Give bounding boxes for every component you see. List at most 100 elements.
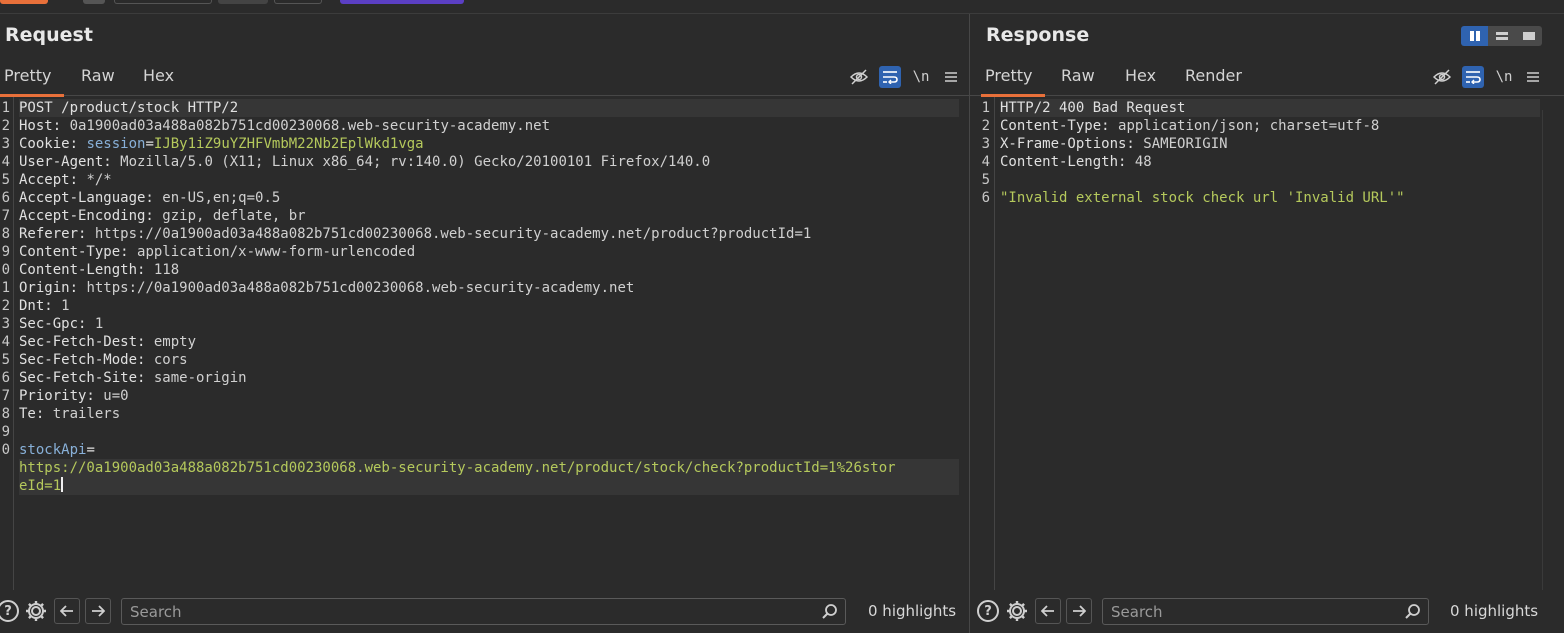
equals-sign: = xyxy=(86,442,95,458)
previous-arrow-icon[interactable] xyxy=(1035,598,1061,624)
search-icon[interactable] xyxy=(1404,603,1422,621)
settings-gear-icon[interactable] xyxy=(24,599,48,623)
code-line[interactable]: Te: trailers xyxy=(19,405,959,423)
code-line[interactable] xyxy=(19,423,959,441)
code-line[interactable]: X-Frame-Options: SAMEORIGIN xyxy=(1000,135,1540,153)
wrap-lines-icon[interactable] xyxy=(1462,66,1484,88)
request-tab-hex[interactable]: Hex xyxy=(143,62,174,96)
next-arrow-icon[interactable] xyxy=(85,598,111,624)
response-tab-render[interactable]: Render xyxy=(1185,62,1242,96)
line-number: 3 xyxy=(1,136,10,152)
target-button-edge[interactable] xyxy=(340,0,464,4)
line-number: 9 xyxy=(1,424,10,440)
response-tab-pretty[interactable]: Pretty xyxy=(980,62,1047,97)
help-icon[interactable]: ? xyxy=(977,600,999,622)
layout-toggle-group xyxy=(1461,26,1542,46)
param-name: session xyxy=(86,136,146,152)
response-bottom-bar: ? 0 highlights xyxy=(970,590,1564,633)
code-line[interactable]: POST /product/stock HTTP/2 xyxy=(19,99,959,117)
help-icon[interactable]: ? xyxy=(0,600,19,622)
line-number: 4 xyxy=(1,334,10,350)
header-name: Content-Length: xyxy=(1000,154,1135,170)
request-tab-raw[interactable]: Raw xyxy=(81,62,115,96)
header-name: Te: xyxy=(19,406,53,422)
code-line[interactable]: Sec-Fetch-Mode: cors xyxy=(19,351,959,369)
code-line[interactable]: Accept-Encoding: gzip, deflate, br xyxy=(19,207,959,225)
next-arrow-icon[interactable] xyxy=(1066,598,1092,624)
hide-nonprintable-icon[interactable] xyxy=(848,66,870,88)
header-name: Priority: xyxy=(19,388,104,404)
code-line[interactable]: Sec-Fetch-Dest: empty xyxy=(19,333,959,351)
line-number: 3 xyxy=(1,316,10,332)
header-value: SAMEORIGIN xyxy=(1143,136,1228,152)
code-line[interactable]: Content-Length: 48 xyxy=(1000,153,1540,171)
code-line[interactable]: Cookie: session=IJBy1iZ9uYZHFVmbM22Nb2Ep… xyxy=(19,135,959,153)
response-search-input[interactable] xyxy=(1111,601,1388,623)
code-line[interactable] xyxy=(1000,171,1540,189)
header-value: */* xyxy=(86,172,112,188)
layout-tabs-icon[interactable] xyxy=(1515,26,1542,46)
response-code[interactable]: HTTP/2 400 Bad Request Content-Type: appl… xyxy=(1000,99,1540,207)
request-search-box xyxy=(121,598,846,625)
code-line[interactable]: Referer: https://0a1900ad03a488a082b751c… xyxy=(19,225,959,243)
header-name: Sec-Fetch-Dest: xyxy=(19,334,154,350)
response-editor[interactable]: 123456 HTTP/2 400 Bad Request Content-Typ… xyxy=(970,97,1542,590)
show-newlines-toggle[interactable]: \n xyxy=(1493,66,1515,88)
code-line[interactable]: stockApi= xyxy=(19,441,959,459)
code-line[interactable]: User-Agent: Mozilla/5.0 (X11; Linux x86_… xyxy=(19,153,959,171)
send-button-edge[interactable] xyxy=(0,0,48,4)
code-line[interactable]: Origin: https://0a1900ad03a488a082b751cd… xyxy=(19,279,959,297)
request-highlights-count: 0 highlights xyxy=(868,602,957,620)
code-line[interactable]: Content-Type: application/x-www-form-url… xyxy=(19,243,959,261)
request-tab-pretty[interactable]: Pretty xyxy=(0,62,66,97)
hide-nonprintable-icon[interactable] xyxy=(1431,66,1453,88)
request-tabs: Pretty Raw Hex xyxy=(0,62,969,97)
request-line-numbers: 1 2 3 4 5 6 7 8 9 0 1 2 3 4 5 6 7 8 9 0 xyxy=(0,99,10,459)
line-number: 8 xyxy=(1,406,10,422)
header-value: u=0 xyxy=(103,388,129,404)
layout-stacked-icon[interactable] xyxy=(1488,26,1515,46)
menu-icon[interactable] xyxy=(1522,66,1544,88)
toolbar-button-edge[interactable] xyxy=(83,0,105,4)
code-line[interactable]: Host: 0a1900ad03a488a082b751cd00230068.w… xyxy=(19,117,959,135)
line-number: 1 xyxy=(1,280,10,296)
code-line[interactable]: Content-Length: 118 xyxy=(19,261,959,279)
line-number: 1 xyxy=(981,100,990,116)
code-line[interactable]: Accept: */* xyxy=(19,171,959,189)
toolbar-button-edge-4[interactable] xyxy=(274,0,322,4)
header-name: Origin: xyxy=(19,280,87,296)
response-tab-hex[interactable]: Hex xyxy=(1125,62,1156,96)
code-line[interactable]: Sec-Gpc: 1 xyxy=(19,315,959,333)
code-line[interactable]: Accept-Language: en-US,en;q=0.5 xyxy=(19,189,959,207)
show-newlines-toggle[interactable]: \n xyxy=(910,66,932,88)
search-icon[interactable] xyxy=(821,603,839,621)
code-line-wrapped[interactable]: https://0a1900ad03a488a082b751cd00230068… xyxy=(19,459,959,477)
line-number: 8 xyxy=(1,226,10,242)
code-line-wrapped[interactable]: eId=1 xyxy=(19,477,959,495)
top-toolbar-strip xyxy=(0,0,1564,14)
response-line-numbers: 1 2 3 4 5 6 xyxy=(976,99,990,207)
previous-arrow-icon[interactable] xyxy=(54,598,80,624)
menu-icon[interactable] xyxy=(940,66,962,88)
header-value: 1 xyxy=(61,298,70,314)
body-url-tail: eId=1 xyxy=(19,478,62,494)
request-code[interactable]: POST /product/stock HTTP/2 Host: 0a1900ad… xyxy=(19,99,959,495)
header-value: cors xyxy=(153,352,188,368)
request-search-input[interactable] xyxy=(130,601,745,623)
line-number: 2 xyxy=(981,118,990,134)
code-line[interactable]: HTTP/2 400 Bad Request xyxy=(1000,99,1540,117)
code-line[interactable]: Content-Type: application/json; charset=… xyxy=(1000,117,1540,135)
code-line[interactable]: Priority: u=0 xyxy=(19,387,959,405)
toolbar-button-edge-3[interactable] xyxy=(218,0,268,4)
layout-side-by-side-icon[interactable] xyxy=(1461,26,1488,46)
code-line[interactable]: "Invalid external stock check url 'Inval… xyxy=(1000,189,1540,207)
response-tab-raw[interactable]: Raw xyxy=(1061,62,1095,96)
line-number: 5 xyxy=(1,352,10,368)
toolbar-button-edge-2[interactable] xyxy=(114,0,212,4)
code-line[interactable]: Dnt: 1 xyxy=(19,297,959,315)
code-line[interactable]: Sec-Fetch-Site: same-origin xyxy=(19,369,959,387)
request-editor[interactable]: 1 2 3 4 5 6 7 8 9 0 1 2 3 4 5 6 7 8 9 0 POST /product/stock… xyxy=(0,97,959,590)
wrap-lines-icon[interactable] xyxy=(879,66,901,88)
header-name: User-Agent: xyxy=(19,154,121,170)
settings-gear-icon[interactable] xyxy=(1005,599,1029,623)
